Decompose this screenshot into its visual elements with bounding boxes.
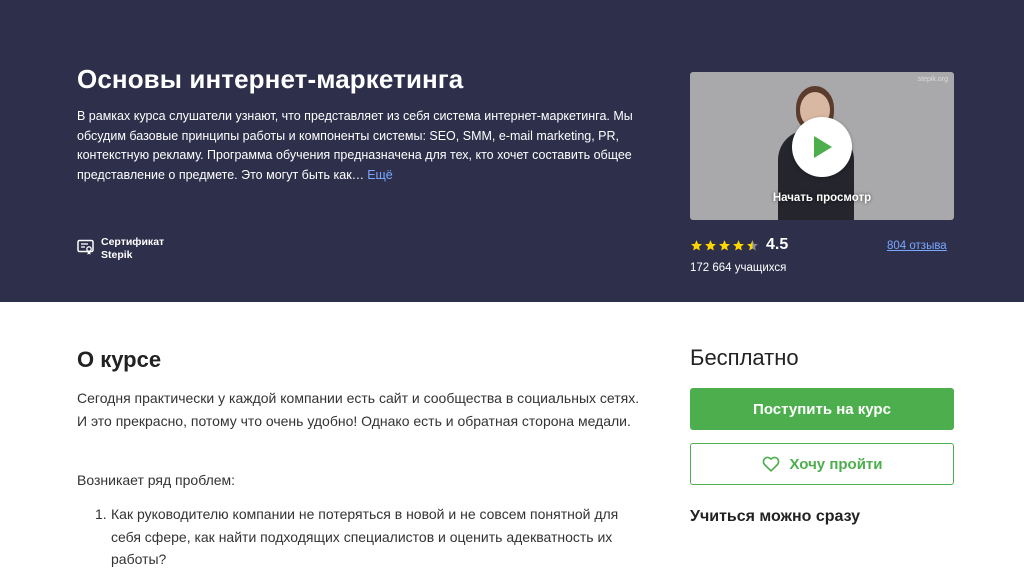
reviews-link[interactable]: 804 отзыва xyxy=(887,240,947,252)
course-description-text: В рамках курса слушатели узнают, что пре… xyxy=(77,109,633,182)
about-paragraph: Сегодня практически у каждой компании ес… xyxy=(77,390,640,429)
promo-video[interactable]: stepik.org Начать просмотр xyxy=(690,72,954,220)
enroll-button[interactable]: Поступить на курс xyxy=(690,388,954,430)
star-icon xyxy=(719,239,730,250)
wishlist-label: Хочу пройти xyxy=(789,455,883,473)
problems-list: 1. Как руководителю компании не потерять… xyxy=(95,503,635,571)
certificate-info: Сертификат Stepik xyxy=(77,236,164,262)
list-item-text: Как руководителю компании не потеряться … xyxy=(111,506,619,567)
about-paragraph: Возникает ряд проблем: xyxy=(77,472,236,488)
play-icon xyxy=(814,136,832,158)
list-item-number: 1. xyxy=(95,506,107,522)
course-hero: Основы интернет-маркетинга В рамках курс… xyxy=(0,0,1024,302)
description-more-link[interactable]: Ещё xyxy=(367,168,393,182)
course-price: Бесплатно xyxy=(690,345,799,370)
start-watching-label: Начать просмотр xyxy=(772,192,872,204)
about-heading: О курсе xyxy=(77,347,162,372)
heart-icon xyxy=(762,456,779,472)
list-item: 1. Как руководителю компании не потерять… xyxy=(95,503,635,571)
rating-value: 4.5 xyxy=(766,236,789,253)
rating-stars xyxy=(690,239,759,252)
half-star-icon xyxy=(747,239,758,250)
learners-count: 172 664 учащихся xyxy=(690,262,787,274)
certificate-icon xyxy=(77,239,94,255)
certificate-label: Сертификат xyxy=(101,236,165,248)
play-button[interactable] xyxy=(792,117,852,177)
wishlist-button[interactable]: Хочу пройти xyxy=(690,443,954,485)
star-icon xyxy=(733,239,744,250)
certificate-text: Сертификат Stepik xyxy=(101,236,164,262)
start-now-note: Учиться можно сразу xyxy=(690,508,861,525)
video-watermark: stepik.org xyxy=(917,76,948,83)
course-rating: 4.5 xyxy=(690,236,788,254)
star-icon xyxy=(691,239,702,250)
course-title: Основы интернет-маркетинга xyxy=(77,64,464,94)
course-description: В рамках курса слушатели узнают, что пре… xyxy=(77,107,637,185)
certificate-provider: Stepik xyxy=(101,249,133,261)
star-icon xyxy=(705,239,716,250)
